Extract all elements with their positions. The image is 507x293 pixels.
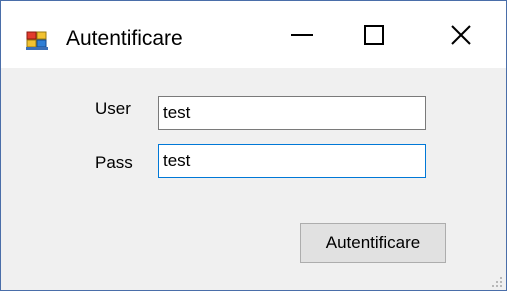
- maximize-button[interactable]: [329, 1, 419, 68]
- user-label: User: [95, 99, 131, 118]
- user-input[interactable]: [158, 96, 426, 130]
- pass-label: Pass: [95, 153, 133, 172]
- window-title: Autentificare: [66, 27, 183, 50]
- resize-grip-icon[interactable]: [491, 275, 503, 287]
- form-client-area: User Pass Autentificare: [1, 68, 506, 290]
- app-icon: [26, 30, 48, 50]
- close-button[interactable]: [416, 1, 506, 68]
- login-button[interactable]: Autentificare: [300, 223, 446, 263]
- close-icon: [451, 24, 471, 45]
- maximize-icon: [364, 24, 384, 45]
- pass-input[interactable]: [158, 144, 426, 178]
- minimize-icon: [291, 33, 313, 37]
- title-bar[interactable]: Autentificare: [1, 1, 506, 68]
- login-window: Autentificare User Pass Autentificare: [0, 0, 507, 291]
